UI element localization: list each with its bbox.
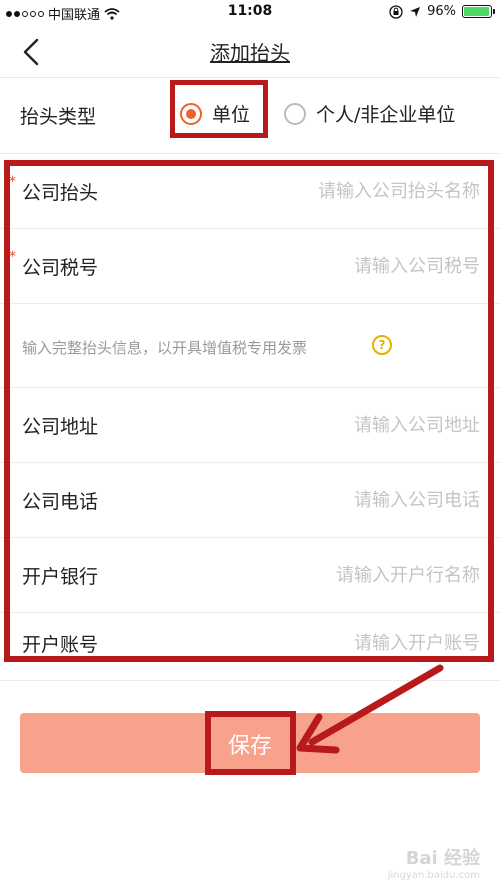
battery-percent: 96% [427, 4, 456, 19]
location-icon [410, 6, 421, 17]
battery-icon [462, 5, 495, 18]
status-right: 96% [389, 4, 495, 19]
rotation-lock-icon [389, 4, 403, 19]
watermark-logo: Bai 经验 jingyan.baidu.com [388, 844, 480, 881]
watermark-text: Bai 经验 [405, 848, 480, 869]
radio-personal-label: 个人/非企业单位 [316, 104, 456, 126]
annotation-box-type [170, 80, 268, 138]
watermark-url: jingyan.baidu.com [387, 870, 480, 881]
status-bar: 中国联通 11:08 96% [0, 0, 500, 24]
page-title: 添加抬头 [210, 41, 290, 65]
annotation-box-form [4, 160, 494, 662]
battery-fill [464, 7, 489, 16]
radio-unchecked-icon [284, 102, 306, 125]
annotation-box-save [205, 711, 296, 775]
nav-bar: 添加抬头 [0, 24, 500, 78]
invoice-type-label: 抬头类型 [20, 106, 97, 128]
radio-personal[interactable]: 个人/非企业单位 [284, 100, 455, 127]
